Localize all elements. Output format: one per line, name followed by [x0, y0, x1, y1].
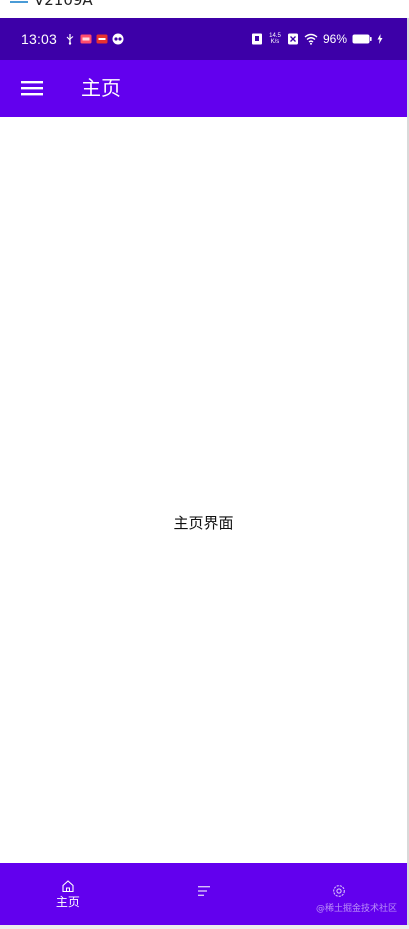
battery-icon — [352, 34, 372, 44]
settings-icon — [333, 885, 346, 897]
app-icon — [10, 1, 28, 3]
app-notification-icon-3 — [112, 33, 124, 45]
emulator-window: V2109A 13:03 14.5 K/s 96% 主页 主页界面 主页 @稀土… — [0, 0, 409, 929]
status-right-icons: 14.5 K/s 96% — [251, 31, 383, 47]
net-speed-unit: K/s — [270, 39, 280, 45]
screenshot-icon — [251, 33, 262, 45]
nav-item-settings[interactable] — [271, 863, 407, 925]
bottom-navigation: 主页 — [0, 863, 407, 925]
charging-icon — [377, 34, 383, 44]
main-content: 主页界面 — [0, 117, 407, 863]
list-icon — [197, 886, 210, 896]
nav-item-list[interactable] — [136, 863, 272, 925]
nav-item-home[interactable]: 主页 — [0, 863, 136, 925]
emulator-title-bar: V2109A — [0, 0, 409, 18]
window-bottom-edge — [0, 925, 409, 929]
window-title: V2109A — [34, 0, 93, 9]
hamburger-menu-icon — [21, 81, 43, 96]
status-left-icons — [64, 32, 124, 46]
watermark-text: @稀土掘金技术社区 — [315, 904, 397, 914]
battery-percent: 96% — [322, 32, 347, 46]
app-notification-icon-2 — [96, 34, 108, 44]
nav-label-home: 主页 — [55, 894, 80, 909]
hamburger-menu-button[interactable] — [12, 68, 52, 108]
app-bar: 主页 — [0, 60, 407, 117]
net-speed: 14.5 K/s — [268, 33, 282, 45]
usb-icon — [66, 34, 74, 45]
sim-icon — [287, 33, 298, 45]
wifi-icon — [304, 33, 318, 45]
home-icon — [62, 879, 74, 892]
page-title: 主页 — [81, 76, 121, 100]
maximize-icon[interactable] — [312, 0, 326, 6]
home-page-text: 主页界面 — [173, 514, 234, 532]
app-notification-icon — [80, 34, 92, 44]
close-icon[interactable] — [370, 0, 384, 6]
status-time: 13:03 — [21, 31, 58, 47]
status-bar: 13:03 14.5 K/s 96% — [0, 18, 407, 60]
